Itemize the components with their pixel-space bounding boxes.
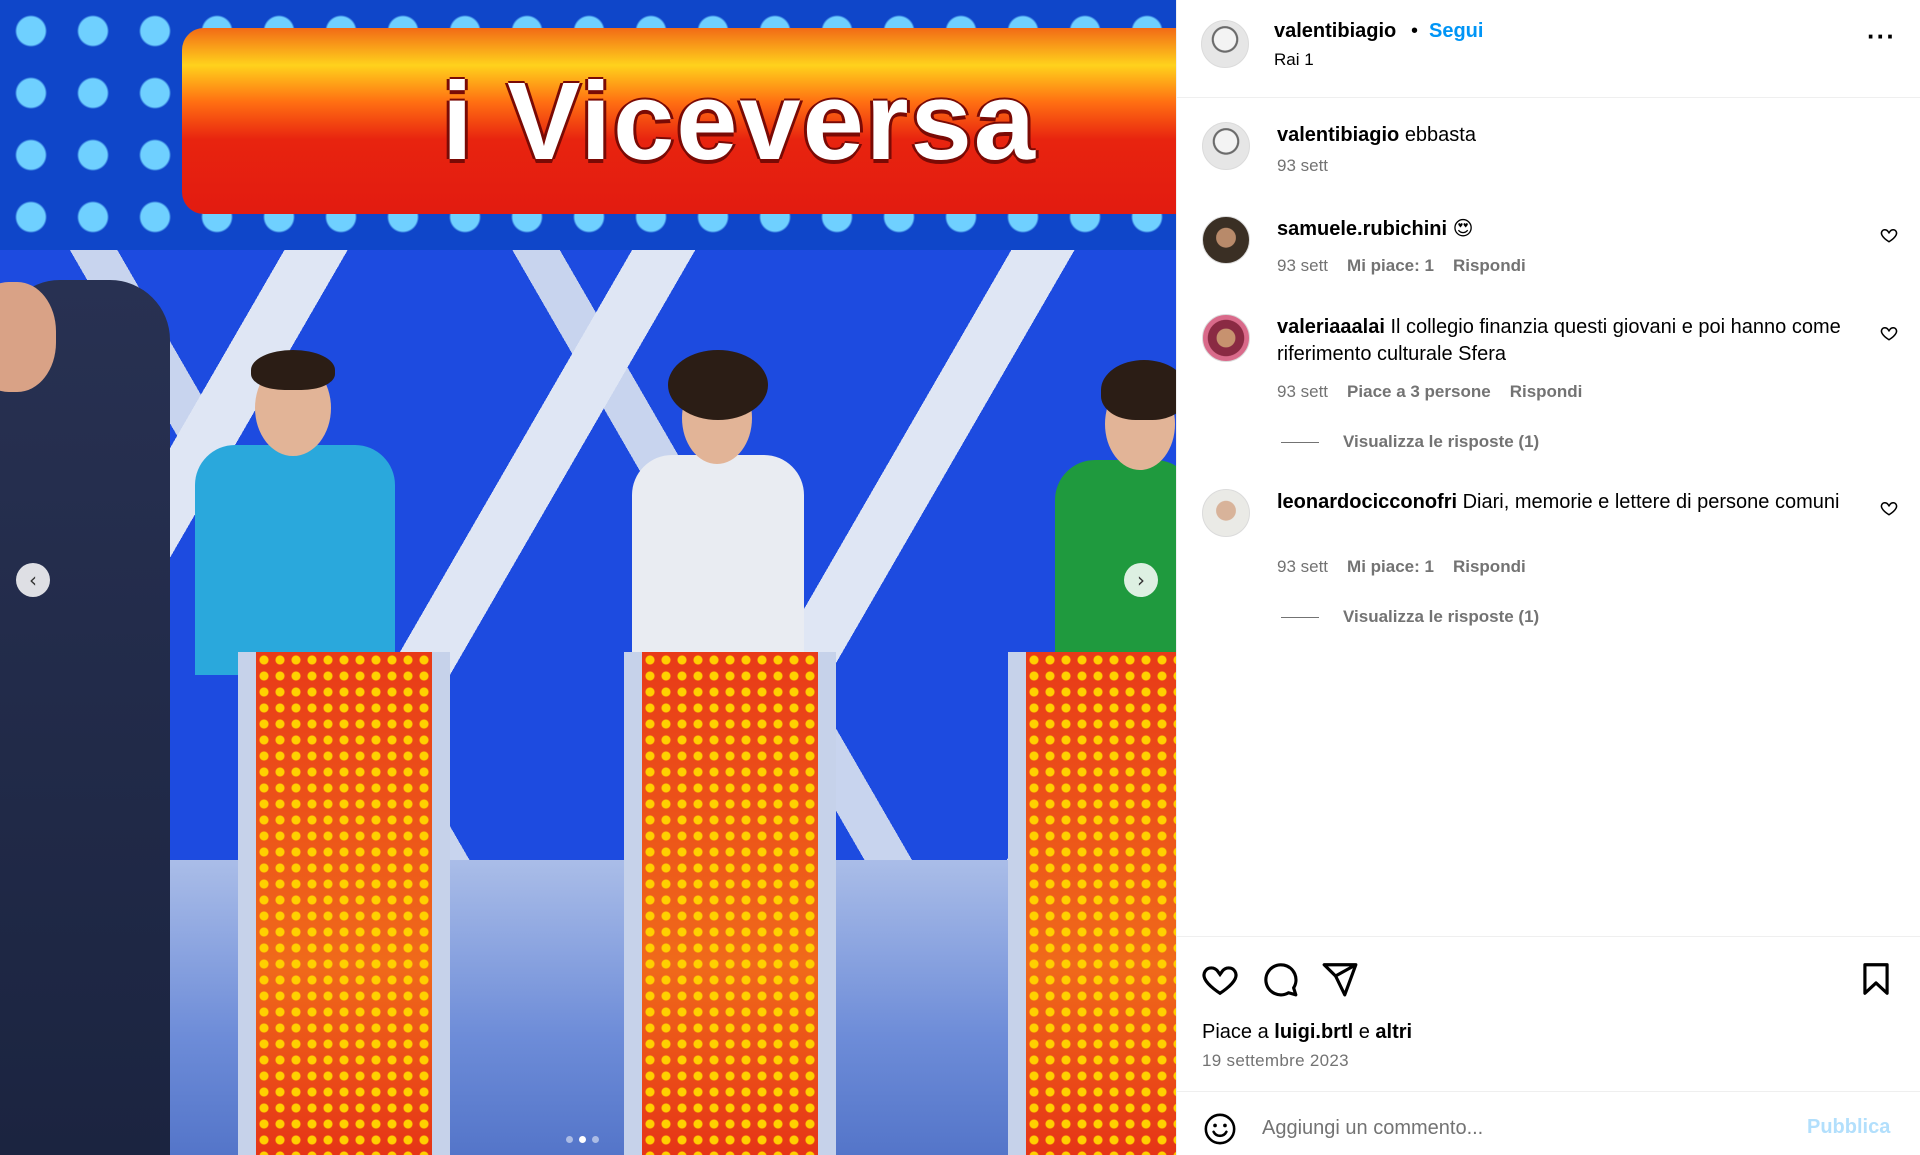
show-title-banner: i Viceversa — [182, 28, 1176, 214]
contestant-3 — [1055, 360, 1176, 670]
commenter-avatar[interactable] — [1202, 314, 1250, 362]
post-side-panel: valentibiagio • Segui Rai 1 ··· valentib… — [1176, 0, 1920, 1155]
chevron-left-icon[interactable]: ‹ — [16, 563, 50, 597]
heart-icon[interactable] — [1201, 960, 1239, 998]
post-date[interactable]: 19 settembre 2023 — [1202, 1051, 1349, 1071]
chevron-right-icon[interactable]: › — [1124, 563, 1158, 597]
header-separator: • — [1411, 20, 1419, 42]
comment-username[interactable]: valeriaaalai — [1277, 316, 1385, 338]
comment-input[interactable] — [1262, 1108, 1762, 1148]
commenter-avatar[interactable] — [1202, 489, 1250, 537]
view-replies-label: Visualizza le risposte (1) — [1343, 432, 1540, 451]
comment-text: Diari, memorie e lettere di persone comu… — [1462, 491, 1840, 513]
likes-conj: e — [1358, 1021, 1370, 1043]
heart-icon[interactable] — [1880, 499, 1898, 517]
publish-button[interactable]: Pubblica — [1807, 1116, 1890, 1139]
comment-likes[interactable]: Mi piace: 1 — [1347, 256, 1434, 276]
comment-text: ebbasta — [1404, 124, 1476, 146]
send-icon[interactable] — [1321, 960, 1359, 998]
replies-divider — [1281, 616, 1319, 618]
contestant-2 — [632, 350, 804, 670]
comment-username[interactable]: leonardocicconofri — [1277, 491, 1457, 513]
podium-1 — [238, 652, 450, 1155]
comment-time[interactable]: 93 sett — [1277, 256, 1328, 276]
comment-likes[interactable]: Mi piace: 1 — [1347, 557, 1434, 577]
contestant-1 — [195, 350, 395, 675]
view-replies-button[interactable]: Visualizza le risposte (1) — [1281, 607, 1539, 627]
host-figure — [0, 280, 170, 1155]
more-horizontal-icon[interactable]: ··· — [1867, 23, 1896, 49]
reply-button[interactable]: Rispondi — [1453, 557, 1526, 577]
comment-username[interactable]: samuele.rubichini — [1277, 218, 1447, 240]
comments-list: valentibiagio ebbasta 93 sett samuele.ru… — [1177, 98, 1920, 936]
reply-button[interactable]: Rispondi — [1453, 256, 1526, 276]
podium-3 — [1008, 652, 1176, 1155]
view-replies-label: Visualizza le risposte (1) — [1343, 607, 1540, 626]
comment-text: 😍 — [1452, 218, 1474, 240]
likes-prefix: Piace a — [1202, 1021, 1269, 1043]
comment-username[interactable]: valentibiagio — [1277, 124, 1399, 146]
carousel-dot — [592, 1136, 599, 1143]
comment-composer: Pubblica — [1177, 1091, 1920, 1155]
studio-set-structure — [0, 250, 1176, 950]
carousel-dots — [566, 1136, 599, 1143]
post-location[interactable]: Rai 1 — [1274, 50, 1314, 70]
comment-icon[interactable] — [1261, 960, 1299, 998]
podium-2 — [624, 652, 836, 1155]
comment-likes[interactable]: Piace a 3 persone — [1347, 382, 1491, 402]
carousel-dot-active — [579, 1136, 586, 1143]
commenter-avatar[interactable] — [1202, 216, 1250, 264]
view-replies-button[interactable]: Visualizza le risposte (1) — [1281, 432, 1539, 452]
comment-time[interactable]: 93 sett — [1277, 382, 1328, 402]
heart-icon[interactable] — [1880, 226, 1898, 244]
replies-divider — [1281, 441, 1319, 443]
post-actions: Piace a luigi.brtl e altri 19 settembre … — [1177, 936, 1920, 1091]
author-avatar[interactable] — [1201, 20, 1249, 68]
heart-icon[interactable] — [1880, 324, 1898, 342]
likes-others[interactable]: altri — [1375, 1021, 1412, 1043]
post-media[interactable]: i Viceversa ‹ › — [0, 0, 1176, 1155]
author-username[interactable]: valentibiagio — [1274, 20, 1396, 43]
emoji-icon[interactable] — [1203, 1112, 1237, 1146]
bookmark-icon[interactable] — [1857, 960, 1895, 998]
show-title-text: i Viceversa — [442, 59, 1037, 183]
post-header: valentibiagio • Segui Rai 1 ··· — [1177, 0, 1920, 98]
carousel-dot — [566, 1136, 573, 1143]
follow-button[interactable]: Segui — [1429, 20, 1483, 43]
author-avatar[interactable] — [1202, 122, 1250, 170]
studio-floor — [0, 860, 1176, 1155]
comment-time[interactable]: 93 sett — [1277, 557, 1328, 577]
likes-summary[interactable]: Piace a luigi.brtl e altri — [1202, 1021, 1412, 1044]
comment-time[interactable]: 93 sett — [1277, 156, 1328, 176]
likes-user[interactable]: luigi.brtl — [1274, 1021, 1353, 1043]
reply-button[interactable]: Rispondi — [1510, 382, 1583, 402]
